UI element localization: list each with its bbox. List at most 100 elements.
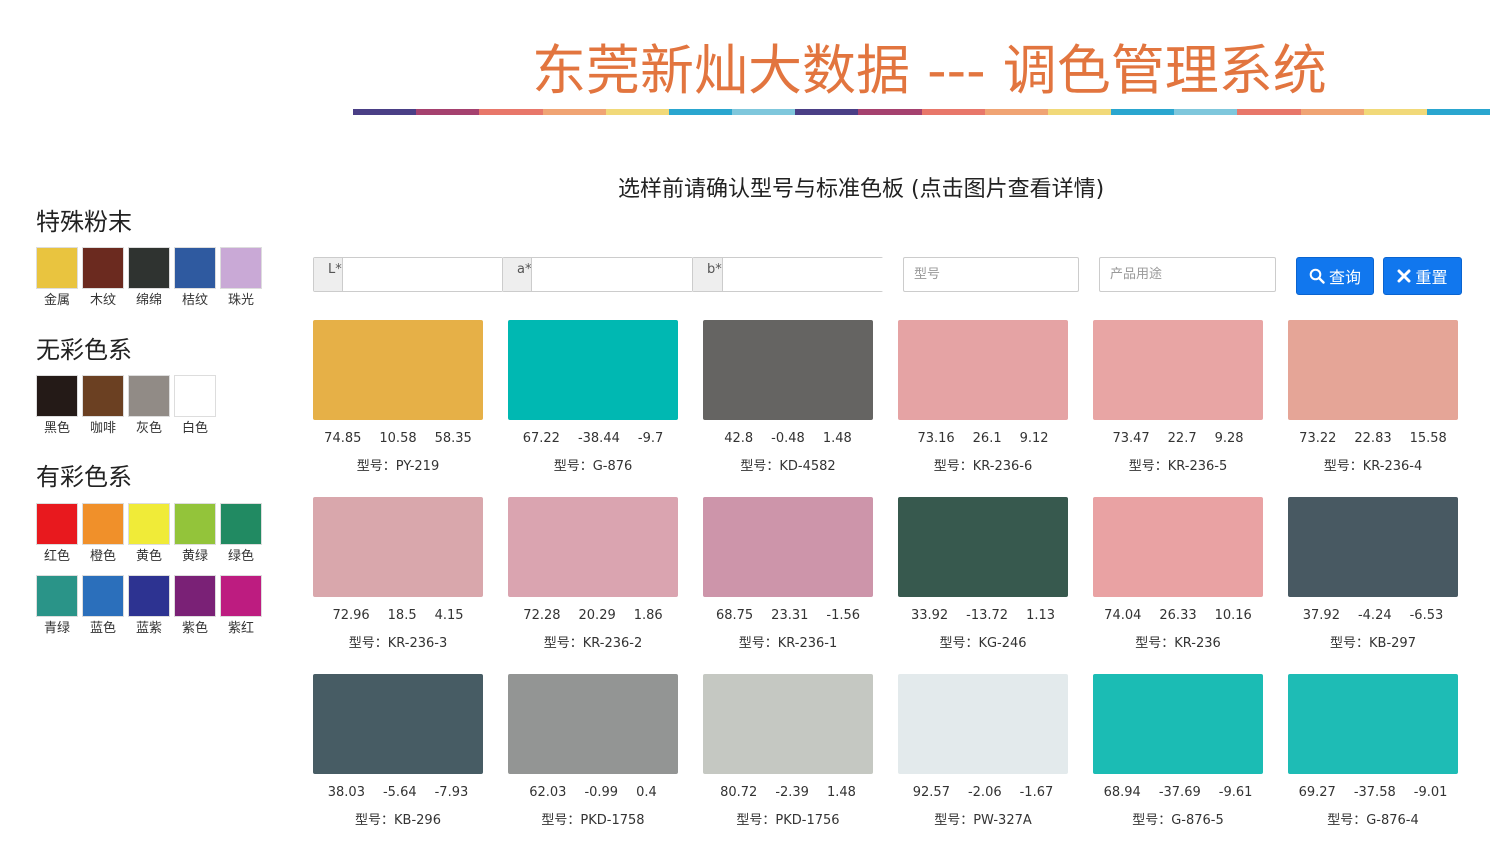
card-lab-values: 62.03 -0.99 0.4 bbox=[508, 785, 678, 801]
swatch-label: 红色 bbox=[43, 549, 70, 564]
card-lab-values: 72.28 20.29 1.86 bbox=[508, 608, 678, 624]
swatch-2-8[interactable]: 紫色 bbox=[174, 575, 220, 637]
card-color-swatch[interactable] bbox=[313, 497, 483, 597]
reset-button[interactable]: 重置 bbox=[1383, 257, 1462, 295]
card-l-value: 68.94 bbox=[1103, 785, 1141, 800]
swatch-0-4[interactable]: 珠光 bbox=[220, 247, 266, 309]
card-l-value: 92.57 bbox=[912, 785, 950, 800]
swatch-color bbox=[82, 247, 124, 289]
color-card[interactable]: 72.28 20.29 1.86 型号：KR-236-2 bbox=[508, 497, 678, 657]
card-color-swatch[interactable] bbox=[703, 674, 873, 774]
card-color-swatch[interactable] bbox=[508, 497, 678, 597]
title-bar-segment bbox=[416, 109, 480, 115]
title-color-bar bbox=[353, 109, 1490, 115]
card-b-value: -9.61 bbox=[1218, 785, 1253, 800]
card-b-value: -7.93 bbox=[434, 785, 469, 800]
swatch-color bbox=[36, 375, 78, 417]
b-star-field-group: b* bbox=[692, 257, 920, 292]
card-color-swatch[interactable] bbox=[1093, 674, 1263, 774]
color-card[interactable]: 69.27 -37.58 -9.01 型号：G-876-4 bbox=[1288, 674, 1458, 834]
swatch-color bbox=[36, 503, 78, 545]
color-card[interactable]: 38.03 -5.64 -7.93 型号：KB-296 bbox=[313, 674, 483, 834]
swatch-2-7[interactable]: 蓝紫 bbox=[128, 575, 174, 637]
card-color-swatch[interactable] bbox=[313, 320, 483, 420]
card-color-swatch[interactable] bbox=[1288, 674, 1458, 774]
card-color-swatch[interactable] bbox=[1288, 497, 1458, 597]
swatch-grid: 黑色 咖啡 灰色 白色 bbox=[36, 375, 276, 437]
swatch-2-4[interactable]: 绿色 bbox=[220, 503, 266, 565]
card-a-value: -0.99 bbox=[584, 785, 619, 800]
card-l-value: 74.85 bbox=[324, 431, 362, 446]
card-a-value: 23.31 bbox=[771, 608, 809, 623]
swatch-2-3[interactable]: 黄绿 bbox=[174, 503, 220, 565]
color-card[interactable]: 68.75 23.31 -1.56 型号：KR-236-1 bbox=[703, 497, 873, 657]
query-button[interactable]: 查询 bbox=[1296, 257, 1374, 295]
title-bar-segment bbox=[605, 109, 669, 115]
card-l-value: 37.92 bbox=[1302, 608, 1340, 623]
card-lab-values: 38.03 -5.64 -7.93 bbox=[313, 785, 483, 801]
card-color-swatch[interactable] bbox=[703, 497, 873, 597]
card-color-swatch[interactable] bbox=[1288, 320, 1458, 420]
color-card[interactable]: 33.92 -13.72 1.13 型号：KG-246 bbox=[898, 497, 1068, 657]
swatch-color bbox=[128, 503, 170, 545]
usage-input[interactable] bbox=[1099, 257, 1276, 292]
card-lab-values: 33.92 -13.72 1.13 bbox=[898, 608, 1068, 624]
card-color-swatch[interactable] bbox=[898, 320, 1068, 420]
color-card[interactable]: 67.22 -38.44 -9.7 型号：G-876 bbox=[508, 320, 678, 480]
card-a-value: 10.58 bbox=[379, 431, 417, 446]
card-color-swatch[interactable] bbox=[1093, 320, 1263, 420]
color-card[interactable]: 74.85 10.58 58.35 型号：PY-219 bbox=[313, 320, 483, 480]
card-model-number: 型号：PY-219 bbox=[356, 459, 440, 474]
card-color-swatch[interactable] bbox=[313, 674, 483, 774]
color-card[interactable]: 68.94 -37.69 -9.61 型号：G-876-5 bbox=[1093, 674, 1263, 834]
color-card[interactable]: 72.96 18.5 4.15 型号：KR-236-3 bbox=[313, 497, 483, 657]
swatch-2-6[interactable]: 蓝色 bbox=[82, 575, 128, 637]
swatch-label: 蓝色 bbox=[89, 621, 116, 636]
swatch-1-0[interactable]: 黑色 bbox=[36, 375, 82, 437]
swatch-2-0[interactable]: 红色 bbox=[36, 503, 82, 565]
swatch-0-2[interactable]: 绵绵 bbox=[128, 247, 174, 309]
swatch-1-1[interactable]: 咖啡 bbox=[82, 375, 128, 437]
card-l-value: 74.04 bbox=[1104, 608, 1142, 623]
swatch-0-1[interactable]: 木纹 bbox=[82, 247, 128, 309]
swatch-1-3[interactable]: 白色 bbox=[174, 375, 220, 437]
color-card[interactable]: 42.8 -0.48 1.48 型号：KD-4582 bbox=[703, 320, 873, 480]
model-input[interactable] bbox=[903, 257, 1079, 292]
card-a-value: 22.7 bbox=[1167, 431, 1197, 446]
color-card[interactable]: 73.47 22.7 9.28 型号：KR-236-5 bbox=[1093, 320, 1263, 480]
color-card[interactable]: 37.92 -4.24 -6.53 型号：KB-297 bbox=[1288, 497, 1458, 657]
card-color-swatch[interactable] bbox=[703, 320, 873, 420]
color-card[interactable]: 80.72 -2.39 1.48 型号：PKD-1756 bbox=[703, 674, 873, 834]
card-lab-values: 72.96 18.5 4.15 bbox=[313, 608, 483, 624]
card-a-value: 26.1 bbox=[972, 431, 1002, 446]
card-color-swatch[interactable] bbox=[508, 674, 678, 774]
card-color-swatch[interactable] bbox=[508, 320, 678, 420]
card-color-swatch[interactable] bbox=[1093, 497, 1263, 597]
b-star-input[interactable] bbox=[722, 258, 920, 291]
card-model-number: 型号：KB-296 bbox=[355, 813, 441, 828]
swatch-2-5[interactable]: 青绿 bbox=[36, 575, 82, 637]
swatch-color bbox=[174, 375, 216, 417]
card-model-number: 型号：PKD-1756 bbox=[736, 813, 840, 828]
swatch-1-2[interactable]: 灰色 bbox=[128, 375, 174, 437]
card-l-value: 80.72 bbox=[720, 785, 758, 800]
color-card[interactable]: 74.04 26.33 10.16 型号：KR-236 bbox=[1093, 497, 1263, 657]
color-card[interactable]: 73.22 22.83 15.58 型号：KR-236-4 bbox=[1288, 320, 1458, 480]
swatch-2-9[interactable]: 紫红 bbox=[220, 575, 266, 637]
swatch-label: 绿色 bbox=[227, 549, 254, 564]
swatch-label: 黄绿 bbox=[181, 549, 208, 564]
swatch-2-2[interactable]: 黄色 bbox=[128, 503, 174, 565]
color-card[interactable]: 73.16 26.1 9.12 型号：KR-236-6 bbox=[898, 320, 1068, 480]
card-color-swatch[interactable] bbox=[898, 497, 1068, 597]
card-model-number: 型号：KR-236-2 bbox=[543, 636, 643, 651]
color-card[interactable]: 92.57 -2.06 -1.67 型号：PW-327A bbox=[898, 674, 1068, 834]
card-lab-values: 80.72 -2.39 1.48 bbox=[703, 785, 873, 801]
card-model-number: 型号：KR-236-3 bbox=[348, 636, 448, 651]
swatch-label: 黑色 bbox=[43, 421, 70, 436]
card-a-value: -5.64 bbox=[382, 785, 417, 800]
swatch-0-0[interactable]: 金属 bbox=[36, 247, 82, 309]
card-color-swatch[interactable] bbox=[898, 674, 1068, 774]
swatch-0-3[interactable]: 桔纹 bbox=[174, 247, 220, 309]
color-card[interactable]: 62.03 -0.99 0.4 型号：PKD-1758 bbox=[508, 674, 678, 834]
swatch-2-1[interactable]: 橙色 bbox=[82, 503, 128, 565]
